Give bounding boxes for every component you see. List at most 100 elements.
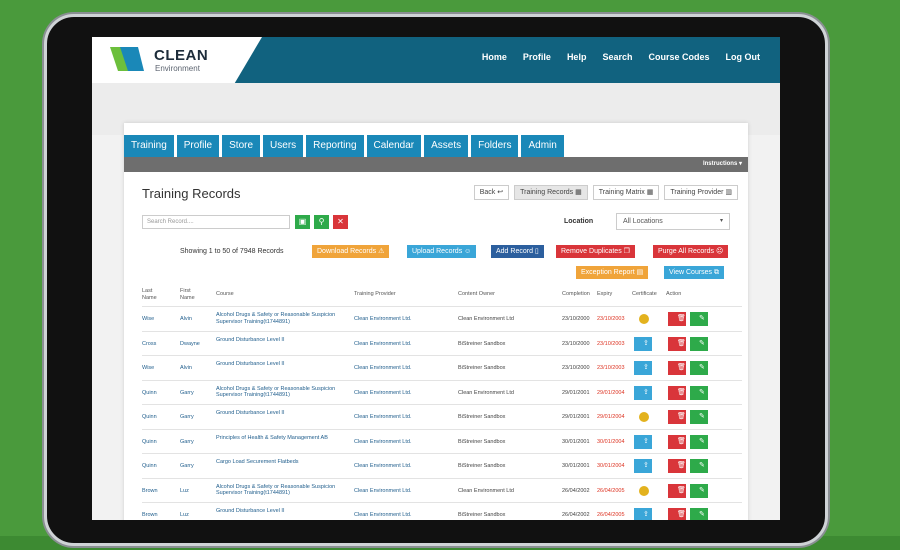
nav-profile[interactable]: Profile [523, 52, 551, 62]
cell-course[interactable]: Ground Disturbance Level II [216, 508, 350, 515]
certificate-upload-button[interactable]: ⇪ [634, 385, 652, 400]
tab-training[interactable]: Training [124, 135, 174, 157]
cell-last-name[interactable]: Brown [142, 512, 158, 518]
cell-first-name[interactable]: Alvin [180, 365, 192, 371]
certificate-upload-button[interactable]: ⇪ [634, 508, 652, 520]
cell-last-name[interactable]: Quinn [142, 390, 157, 396]
tab-store[interactable]: Store [222, 135, 261, 157]
cell-last-name[interactable]: Wise [142, 316, 154, 322]
col-expiry[interactable]: Expiry [597, 291, 612, 297]
cell-provider[interactable]: Clean Environment Ltd. [354, 390, 411, 396]
certificate-upload-button[interactable]: ⇪ [634, 459, 652, 473]
calendar-button[interactable]: ▣ [295, 215, 310, 229]
clear-button[interactable]: ✕ [333, 215, 348, 229]
logo[interactable]: CLEAN Environment [92, 37, 262, 83]
col-course[interactable]: Course [216, 291, 234, 297]
col-owner[interactable]: Content Owner [458, 291, 495, 297]
tab-reporting[interactable]: Reporting [306, 135, 364, 157]
delete-row-button[interactable]: 🗑 [668, 434, 686, 449]
delete-row-button[interactable]: 🗑 [668, 336, 686, 351]
cell-last-name[interactable]: Quinn [142, 414, 157, 420]
cell-course[interactable]: Principles of Health & Safety Management… [216, 435, 350, 442]
download-records-button[interactable]: Download Records ⚠ [312, 245, 390, 258]
cell-first-name[interactable]: Garry [180, 463, 194, 469]
cell-last-name[interactable]: Wise [142, 365, 154, 371]
nav-search[interactable]: Search [602, 52, 632, 62]
cell-course[interactable]: Ground Disturbance Level II [216, 410, 350, 417]
cell-provider[interactable]: Clean Environment Ltd. [354, 414, 411, 420]
edit-row-button[interactable]: ✎ [690, 410, 708, 424]
cell-provider[interactable]: Clean Environment Ltd. [354, 439, 411, 445]
delete-row-button[interactable]: 🗑 [668, 385, 686, 400]
training-matrix-button[interactable]: Training Matrix ▦ [592, 185, 660, 200]
edit-row-button[interactable]: ✎ [690, 508, 708, 520]
nav-course-codes[interactable]: Course Codes [648, 52, 709, 62]
tab-assets[interactable]: Assets [424, 135, 469, 157]
cell-course[interactable]: Alcohol Drugs & Safety or Reasonable Sus… [216, 484, 350, 497]
cell-first-name[interactable]: Luz [180, 488, 189, 494]
cell-first-name[interactable]: Garry [180, 390, 194, 396]
remove-duplicates-button[interactable]: Remove Duplicates ❐ [556, 245, 635, 258]
tab-profile[interactable]: Profile [176, 135, 220, 157]
search-button[interactable]: ⚲ [314, 215, 329, 229]
cell-course[interactable]: Alcohol Drugs & Safety or Reasonable Sus… [216, 386, 350, 399]
delete-row-button[interactable]: 🗑 [668, 459, 686, 473]
edit-row-button[interactable]: ✎ [690, 385, 708, 400]
edit-row-button[interactable]: ✎ [690, 434, 708, 449]
cell-last-name[interactable]: Quinn [142, 463, 157, 469]
delete-row-button[interactable]: 🗑 [668, 410, 686, 424]
cell-last-name[interactable]: Cross [142, 341, 156, 347]
edit-row-button[interactable]: ✎ [690, 483, 708, 498]
cell-provider[interactable]: Clean Environment Ltd. [354, 488, 411, 494]
nav-home[interactable]: Home [482, 52, 507, 62]
instructions-bar[interactable]: Instructions ▾ [124, 157, 748, 172]
cell-course[interactable]: Cargo Load Securement Flatbeds [216, 459, 350, 466]
cell-last-name[interactable]: Quinn [142, 439, 157, 445]
cell-provider[interactable]: Clean Environment Ltd. [354, 316, 411, 322]
search-input[interactable]: Search Record.... [142, 215, 290, 229]
cell-course[interactable]: Ground Disturbance Level II [216, 361, 350, 368]
delete-row-button[interactable]: 🗑 [668, 483, 686, 498]
add-record-button[interactable]: Add Record ▯ [491, 245, 544, 258]
cell-course[interactable]: Alcohol Drugs & Safety or Reasonable Sus… [216, 312, 350, 325]
certificate-upload-button[interactable]: ⇪ [634, 336, 652, 351]
training-provider-button[interactable]: Training Provider ▥ [664, 185, 738, 200]
view-courses-button[interactable]: View Courses ⧉ [664, 266, 725, 279]
edit-row-button[interactable]: ✎ [690, 336, 708, 351]
delete-row-button[interactable]: 🗑 [668, 361, 686, 375]
upload-records-button[interactable]: Upload Records ☺ [407, 245, 477, 258]
cell-first-name[interactable]: Garry [180, 414, 194, 420]
tab-users[interactable]: Users [263, 135, 304, 157]
nav-help[interactable]: Help [567, 52, 587, 62]
col-last-name[interactable]: Last Name [142, 288, 157, 302]
certificate-upload-button[interactable]: ⇪ [634, 434, 652, 449]
cell-last-name[interactable]: Brown [142, 488, 158, 494]
tab-calendar[interactable]: Calendar [366, 135, 422, 157]
certificate-upload-button[interactable]: ⇪ [634, 361, 652, 375]
delete-row-button[interactable]: 🗑 [668, 312, 686, 326]
col-first-name[interactable]: First Name [180, 288, 195, 302]
location-select[interactable]: All Locations ▾ [616, 213, 730, 230]
cell-first-name[interactable]: Garry [180, 439, 194, 445]
tab-folders[interactable]: Folders [471, 135, 519, 157]
delete-row-button[interactable]: 🗑 [668, 508, 686, 520]
cell-provider[interactable]: Clean Environment Ltd. [354, 341, 411, 347]
cell-first-name[interactable]: Alvin [180, 316, 192, 322]
col-provider[interactable]: Training Provider [354, 291, 396, 297]
exception-report-button[interactable]: Exception Report ▤ [576, 266, 649, 279]
tab-admin[interactable]: Admin [521, 135, 564, 157]
cell-provider[interactable]: Clean Environment Ltd. [354, 365, 411, 371]
cell-first-name[interactable]: Luz [180, 512, 189, 518]
cell-course[interactable]: Ground Disturbance Level II [216, 337, 350, 344]
cell-provider[interactable]: Clean Environment Ltd. [354, 512, 411, 518]
edit-row-button[interactable]: ✎ [690, 361, 708, 375]
edit-row-button[interactable]: ✎ [690, 312, 708, 326]
nav-log-out[interactable]: Log Out [726, 52, 761, 62]
col-completion[interactable]: Completion [562, 291, 590, 297]
training-records-button[interactable]: Training Records ▦ [514, 185, 588, 200]
back-button[interactable]: Back ↩ [473, 185, 510, 200]
cell-provider[interactable]: Clean Environment Ltd. [354, 463, 411, 469]
edit-row-button[interactable]: ✎ [690, 459, 708, 473]
purge-all-records-button[interactable]: Purge All Records ☹ [653, 245, 729, 258]
cell-first-name[interactable]: Dwayne [180, 341, 200, 347]
